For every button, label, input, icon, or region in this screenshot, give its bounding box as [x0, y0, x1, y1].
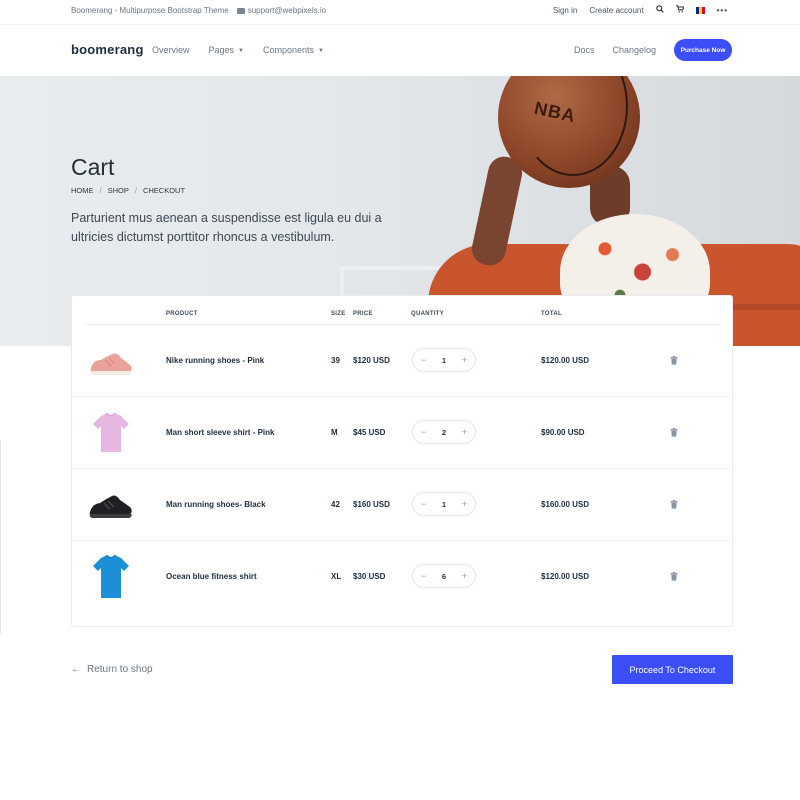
breadcrumb-checkout: CHECKOUT	[142, 186, 186, 195]
cart-icon[interactable]	[675, 5, 685, 15]
nav-pages[interactable]: Pages ▼	[209, 45, 244, 55]
product-price: $30 USD	[353, 572, 386, 581]
product-name[interactable]: Ocean blue fitness shirt	[166, 572, 257, 581]
mail-icon	[236, 7, 245, 14]
product-name[interactable]: Nike running shoes - Pink	[166, 356, 264, 365]
table-row: Ocean blue fitness shirt XL $30 USD − 6 …	[72, 541, 732, 613]
breadcrumb-separator: /	[134, 186, 137, 195]
trash-icon[interactable]	[670, 356, 678, 365]
product-name[interactable]: Man running shoes- Black	[166, 500, 266, 509]
main-navbar: boomerang Overview Pages ▼ Components ▼ Do…	[0, 25, 800, 76]
breadcrumb-home[interactable]: HOME	[71, 186, 94, 195]
nav-changelog[interactable]: Changelog	[612, 45, 656, 55]
line-total: $120.00 USD	[541, 356, 590, 365]
nav-components[interactable]: Components ▼	[263, 45, 324, 55]
divider	[0, 440, 1, 634]
quantity-value[interactable]: 1	[442, 356, 446, 365]
create-account-link[interactable]: Create account	[589, 6, 643, 15]
line-total: $160.00 USD	[541, 500, 590, 509]
more-menu-icon[interactable]: •••	[717, 6, 728, 15]
top-bar-left: Boomerang - Multipurpose Bootstrap Theme…	[71, 6, 326, 15]
table-row: Man running shoes- Black 42 $160 USD − 1…	[72, 469, 732, 541]
nav-left: Overview Pages ▼ Components ▼	[152, 45, 324, 55]
quantity-stepper: − 6 +	[412, 564, 476, 588]
cart-table: PRODUCT SIZE PRICE QUANTITY TOTAL Nike r…	[71, 295, 733, 627]
quantity-value[interactable]: 1	[442, 500, 446, 509]
support-email-text: support@webpixels.io	[247, 6, 327, 15]
product-price: $120 USD	[353, 356, 390, 365]
table-header: PRODUCT SIZE PRICE QUANTITY TOTAL	[86, 296, 718, 325]
product-name[interactable]: Man short sleeve shirt - Pink	[166, 428, 274, 437]
nav-docs[interactable]: Docs	[574, 45, 595, 55]
black-sneaker-image	[89, 495, 132, 518]
quantity-stepper: − 1 +	[412, 348, 476, 372]
blue-tshirt-image	[93, 554, 129, 598]
support-email-link[interactable]: support@webpixels.io	[236, 6, 327, 15]
header-price: PRICE	[353, 311, 373, 317]
line-total: $90.00 USD	[541, 428, 585, 437]
increase-quantity-button[interactable]: +	[462, 499, 467, 509]
return-to-shop-link[interactable]: ← Return to shop	[71, 664, 153, 675]
trash-icon[interactable]	[670, 428, 678, 437]
nav-right: Docs Changelog Purchase Now	[574, 39, 732, 61]
return-to-shop-label: Return to shop	[87, 664, 153, 675]
pink-sneaker-image	[90, 353, 132, 375]
quantity-value[interactable]: 6	[442, 572, 446, 581]
pink-tshirt-image	[93, 412, 129, 452]
breadcrumb-shop[interactable]: SHOP	[108, 186, 129, 195]
increase-quantity-button[interactable]: +	[462, 571, 467, 581]
increase-quantity-button[interactable]: +	[462, 427, 467, 437]
arrow-left-icon: ←	[71, 664, 81, 675]
product-price: $160 USD	[353, 500, 390, 509]
increase-quantity-button[interactable]: +	[462, 355, 467, 365]
product-size: XL	[331, 572, 342, 581]
product-size: 42	[331, 500, 340, 509]
trash-icon[interactable]	[670, 572, 678, 581]
line-total: $120.00 USD	[541, 572, 590, 581]
nav-pages-label: Pages	[208, 45, 235, 55]
table-row: Nike running shoes - Pink 39 $120 USD − …	[72, 325, 732, 397]
decrease-quantity-button[interactable]: −	[421, 355, 426, 365]
quantity-stepper: − 2 +	[412, 420, 476, 444]
trash-icon[interactable]	[670, 500, 678, 509]
header-quantity: QUANTITY	[411, 311, 445, 317]
decrease-quantity-button[interactable]: −	[421, 427, 426, 437]
product-size: M	[331, 428, 338, 437]
breadcrumb-separator: /	[99, 186, 102, 195]
sign-in-link[interactable]: Sign in	[553, 6, 577, 15]
product-price: $45 USD	[353, 428, 386, 437]
breadcrumb: HOME / SHOP / CHECKOUT	[71, 186, 185, 195]
product-size: 39	[331, 356, 340, 365]
top-utility-bar: Boomerang - Multipurpose Bootstrap Theme…	[0, 0, 800, 25]
decrease-quantity-button[interactable]: −	[421, 571, 426, 581]
top-bar-right: Sign in Create account •••	[553, 5, 728, 15]
site-title: Boomerang - Multipurpose Bootstrap Theme	[71, 6, 229, 15]
search-icon[interactable]	[655, 5, 664, 15]
nav-overview[interactable]: Overview	[152, 45, 190, 55]
quantity-stepper: − 1 +	[412, 492, 476, 516]
brand-logo[interactable]: boomerang	[71, 42, 144, 57]
hero-lead-text: Parturient mus aenean a suspendisse est …	[71, 211, 382, 244]
header-total: TOTAL	[541, 311, 562, 317]
header-product: PRODUCT	[166, 311, 198, 317]
header-size: SIZE	[331, 311, 346, 317]
quantity-value[interactable]: 2	[442, 428, 446, 437]
chevron-down-icon: ▼	[318, 47, 324, 54]
table-row: Man short sleeve shirt - Pink M $45 USD …	[72, 397, 732, 469]
chevron-down-icon: ▼	[238, 47, 244, 54]
page-title: Cart	[71, 154, 115, 180]
nav-components-label: Components	[263, 45, 315, 55]
decrease-quantity-button[interactable]: −	[421, 499, 426, 509]
purchase-now-button[interactable]: Purchase Now	[674, 39, 732, 61]
language-flag-icon[interactable]	[695, 6, 705, 14]
proceed-to-checkout-button[interactable]: Proceed To Checkout	[612, 655, 733, 684]
